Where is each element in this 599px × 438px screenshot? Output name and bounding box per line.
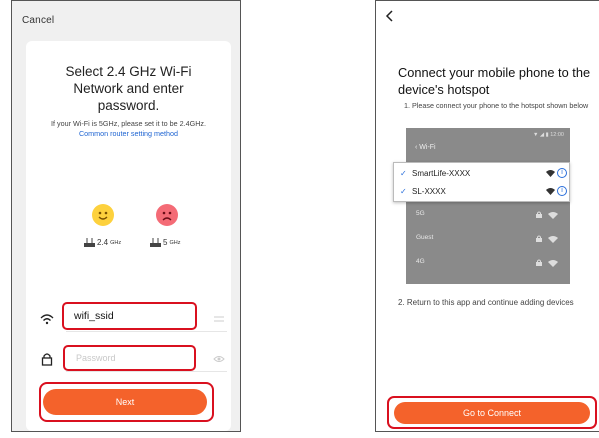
wifi-card: Select 2.4 GHz Wi-Fi Network and enter p… xyxy=(26,41,231,431)
network-name: 5G xyxy=(416,210,425,217)
ssid-underline xyxy=(66,331,227,332)
status-bar: ▼ ◢ ▮ 12:00 xyxy=(532,132,564,138)
page-title: Connect your mobile phone to the device'… xyxy=(398,65,591,97)
lock-icon xyxy=(536,235,542,242)
go-to-connect-button[interactable]: Go to Connect xyxy=(394,402,590,424)
next-button[interactable]: Next xyxy=(43,389,207,415)
swap-icon[interactable] xyxy=(213,314,225,324)
wifi-signal-icon xyxy=(546,170,555,177)
wifi-settings-illustration: ▼ ◢ ▮ 12:00 ‹ Wi-Fi 5G Guest 4G xyxy=(406,128,570,284)
password-highlight-box xyxy=(63,345,196,371)
network-name: Guest xyxy=(416,234,434,241)
sad-face-icon xyxy=(156,204,178,226)
hotspot-row[interactable]: ✓ SmartLife-XXXX i xyxy=(394,165,571,183)
wifi-title: Select 2.4 GHz Wi-Fi Network and enter p… xyxy=(65,64,192,113)
lock-icon xyxy=(536,259,542,266)
wifi-signal-icon xyxy=(548,236,558,243)
hotspot-list-popup: ✓ SmartLife-XXXX i ✓ SL-XXXX i xyxy=(393,162,570,202)
band-24-unit: GHz xyxy=(110,239,122,246)
band-5-unit: GHz xyxy=(169,239,181,246)
happy-face-icon xyxy=(92,204,114,226)
router-setting-link[interactable]: Common router setting method xyxy=(79,129,178,138)
info-icon[interactable]: i xyxy=(557,186,567,196)
hotspot-row[interactable]: ✓ SL-XXXX i xyxy=(394,183,571,201)
cancel-link[interactable]: Cancel xyxy=(22,15,54,26)
band-24ghz-label: 2.4 GHz xyxy=(84,238,121,247)
wifi-note-text: If your Wi-Fi is 5GHz, please set it to … xyxy=(51,119,206,128)
step-2-text: 2. Return to this app and continue addin… xyxy=(398,298,574,307)
lock-icon xyxy=(536,211,542,218)
back-arrow-icon[interactable] xyxy=(384,10,396,22)
wifi-icon xyxy=(40,314,54,325)
wifi-signal-icon xyxy=(546,188,555,195)
wifi-header: ‹ Wi-Fi xyxy=(415,144,436,151)
password-underline xyxy=(66,371,227,372)
ssid-highlight-box xyxy=(62,302,197,330)
network-name: 4G xyxy=(416,258,425,265)
check-icon: ✓ xyxy=(400,169,407,178)
band-5ghz-label: 5 GHz xyxy=(150,238,180,247)
wifi-note: If your Wi-Fi is 5GHz, please set it to … xyxy=(26,119,231,139)
wifi-signal-icon xyxy=(548,260,558,267)
eye-icon[interactable] xyxy=(213,354,225,364)
step-1-text: 1. Please connect your phone to the hots… xyxy=(404,101,589,110)
hotspot-screen: Connect your mobile phone to the device'… xyxy=(375,0,599,432)
hotspot-name: SL-XXXX xyxy=(412,187,446,196)
lock-icon xyxy=(41,353,53,366)
list-item: 4G xyxy=(406,254,570,272)
band-5-value: 5 xyxy=(163,238,168,247)
hotspot-name: SmartLife-XXXX xyxy=(412,169,471,178)
list-item: 5G xyxy=(406,206,570,224)
check-icon: ✓ xyxy=(400,187,407,196)
router-icon xyxy=(150,238,161,247)
list-item: Guest xyxy=(406,230,570,248)
router-icon xyxy=(84,238,95,247)
info-icon[interactable]: i xyxy=(557,168,567,178)
wifi-signal-icon xyxy=(548,212,558,219)
band-24-value: 2.4 xyxy=(97,238,109,247)
